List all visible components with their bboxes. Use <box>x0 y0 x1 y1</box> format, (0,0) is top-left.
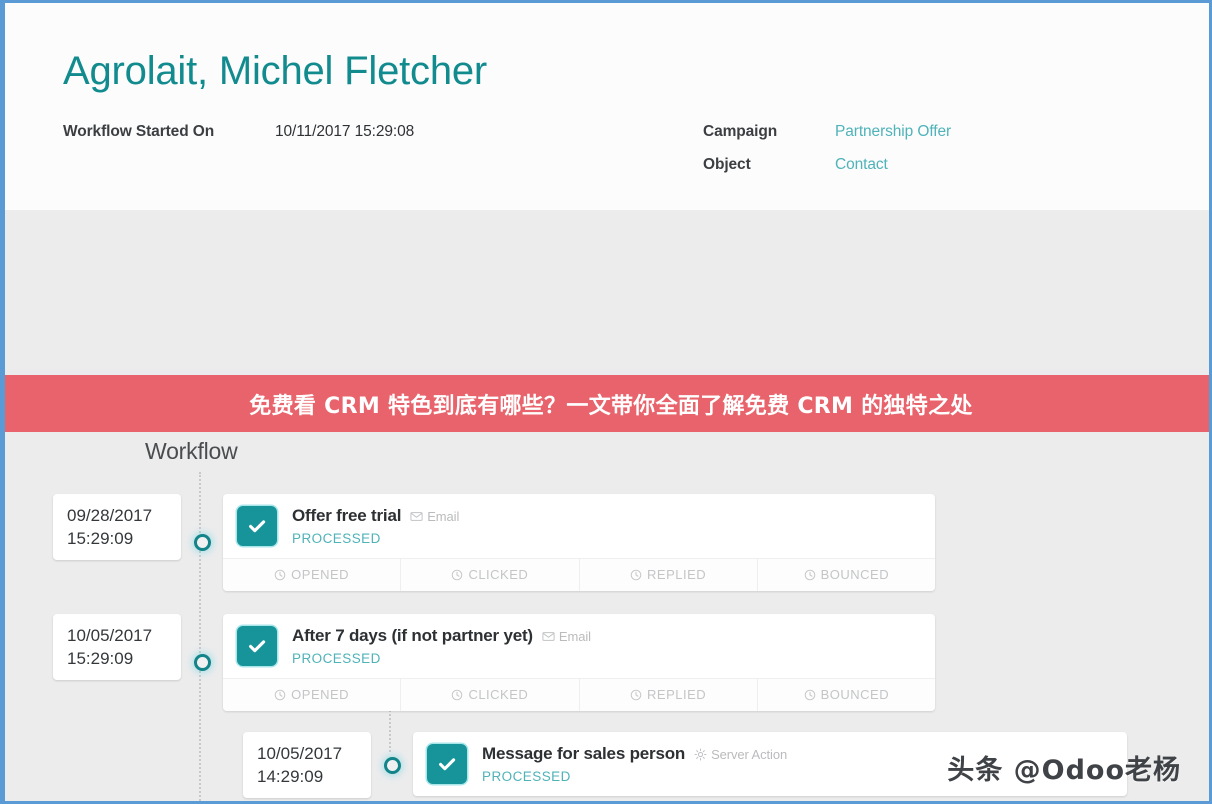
metric-strip: OPENED CLICKED REPLIED BOUNCED <box>223 558 935 591</box>
metric-label: REPLIED <box>647 687 707 702</box>
envelope-icon <box>410 510 423 523</box>
field-label: Campaign <box>703 123 778 140</box>
entry-date-box: 09/28/2017 15:29:09 <box>53 494 181 561</box>
timeline-dot-icon <box>193 534 211 551</box>
metric-bounced[interactable]: BOUNCED <box>758 559 935 591</box>
activity-type: Server Action <box>694 747 787 762</box>
clock-icon <box>804 689 816 701</box>
envelope-icon <box>542 630 555 643</box>
gear-icon <box>694 748 707 761</box>
workflow-activity-card[interactable]: After 7 days (if not partner yet) Email … <box>223 614 935 711</box>
timeline-dot-icon <box>193 654 211 671</box>
card-main: After 7 days (if not partner yet) Email … <box>223 614 935 678</box>
entry-time: 14:29:09 <box>257 767 324 787</box>
clock-icon <box>274 569 286 581</box>
metric-clicked[interactable]: CLICKED <box>401 679 580 711</box>
card-main: Offer free trial Email PROCESSED <box>223 494 935 558</box>
timeline-dot-icon <box>383 756 401 774</box>
screenshot-root: Agrolait, Michel Fletcher Workflow Start… <box>0 0 1212 804</box>
field-object: Object Contact <box>703 156 1123 178</box>
check-icon <box>427 744 467 784</box>
metric-opened[interactable]: OPENED <box>223 559 402 591</box>
entry-date-box: 10/05/2017 15:29:09 <box>53 614 181 681</box>
metric-label: BOUNCED <box>820 687 890 702</box>
workflow-timeline-area: Workflow 09/28/2017 15:29:09 Offer free … <box>5 210 1209 801</box>
metric-label: CLICKED <box>468 687 529 702</box>
clock-icon <box>804 569 816 581</box>
entry-time: 15:29:09 <box>67 649 134 669</box>
page-title: Agrolait, Michel Fletcher <box>63 49 488 93</box>
entry-time: 15:29:09 <box>67 529 134 549</box>
record-header: Agrolait, Michel Fletcher Workflow Start… <box>5 3 1209 210</box>
clock-icon <box>451 569 463 581</box>
activity-type-label: Server Action <box>711 746 788 762</box>
field-label: Workflow Started On <box>63 123 215 140</box>
metric-opened[interactable]: OPENED <box>223 679 402 711</box>
activity-type: Email <box>410 509 459 524</box>
promo-banner: 免费看 CRM 特色到底有哪些？一文带你全面了解免费 CRM 的独特之处 <box>5 375 1209 432</box>
metric-clicked[interactable]: CLICKED <box>401 559 580 591</box>
metric-bounced[interactable]: BOUNCED <box>758 679 935 711</box>
entry-date: 10/05/2017 <box>257 744 343 763</box>
timeline-entry: 10/05/2017 15:29:09 After 7 days (if not… <box>53 614 945 711</box>
entry-date: 10/05/2017 <box>67 626 153 645</box>
card-title-line: Offer free trial Email <box>292 506 921 526</box>
activity-title: Message for sales person <box>482 744 686 763</box>
timeline-heading: Workflow <box>145 438 238 464</box>
timeline-marker <box>371 756 413 774</box>
field-label: Object <box>703 156 751 173</box>
field-workflow-started-on: Workflow Started On 10/11/2017 15:29:08 <box>63 123 703 145</box>
status-badge: PROCESSED <box>292 651 381 666</box>
check-icon <box>237 626 277 666</box>
card-text: After 7 days (if not partner yet) Email … <box>292 626 921 666</box>
timeline-entry: 09/28/2017 15:29:09 Offer free trial Ema… <box>53 494 945 591</box>
metric-label: OPENED <box>291 687 350 702</box>
workflow-activity-card[interactable]: Offer free trial Email PROCESSED OPENED <box>223 494 935 591</box>
promo-banner-text: 免费看 CRM 特色到底有哪些？一文带你全面了解免费 CRM 的独特之处 <box>249 393 973 419</box>
header-field-grid: Workflow Started On 10/11/2017 15:29:08 … <box>63 123 1209 189</box>
check-icon <box>237 506 277 546</box>
status-badge: PROCESSED <box>292 531 381 546</box>
activity-type-label: Email <box>558 628 591 644</box>
activity-title: Offer free trial <box>292 506 402 525</box>
entry-date: 09/28/2017 <box>67 506 153 525</box>
timeline-marker <box>181 654 223 671</box>
activity-type: Email <box>542 629 591 644</box>
clock-icon <box>630 689 642 701</box>
timeline-marker <box>181 534 223 551</box>
metric-label: BOUNCED <box>820 567 890 582</box>
header-field-column-left: Workflow Started On 10/11/2017 15:29:08 <box>63 123 703 189</box>
metric-label: CLICKED <box>468 567 529 582</box>
clock-icon <box>274 689 286 701</box>
field-value-link[interactable]: Contact <box>835 156 888 174</box>
card-text: Offer free trial Email PROCESSED <box>292 506 921 546</box>
field-campaign: Campaign Partnership Offer <box>703 123 1123 145</box>
field-value: 10/11/2017 15:29:08 <box>275 123 415 140</box>
metric-label: REPLIED <box>647 567 707 582</box>
metric-strip: OPENED CLICKED REPLIED BOUNCED <box>223 678 935 711</box>
card-title-line: After 7 days (if not partner yet) Email <box>292 626 921 646</box>
watermark: 头条 @Odoo老杨 <box>947 755 1181 786</box>
field-value-link[interactable]: Partnership Offer <box>835 123 951 141</box>
clock-icon <box>451 689 463 701</box>
header-field-column-right: Campaign Partnership Offer Object Contac… <box>703 123 1123 189</box>
activity-title: After 7 days (if not partner yet) <box>292 626 533 645</box>
clock-icon <box>630 569 642 581</box>
metric-label: OPENED <box>291 567 350 582</box>
entry-date-box: 10/05/2017 14:29:09 <box>243 732 371 799</box>
metric-replied[interactable]: REPLIED <box>580 679 758 711</box>
metric-replied[interactable]: REPLIED <box>580 559 758 591</box>
activity-type-label: Email <box>427 508 460 524</box>
